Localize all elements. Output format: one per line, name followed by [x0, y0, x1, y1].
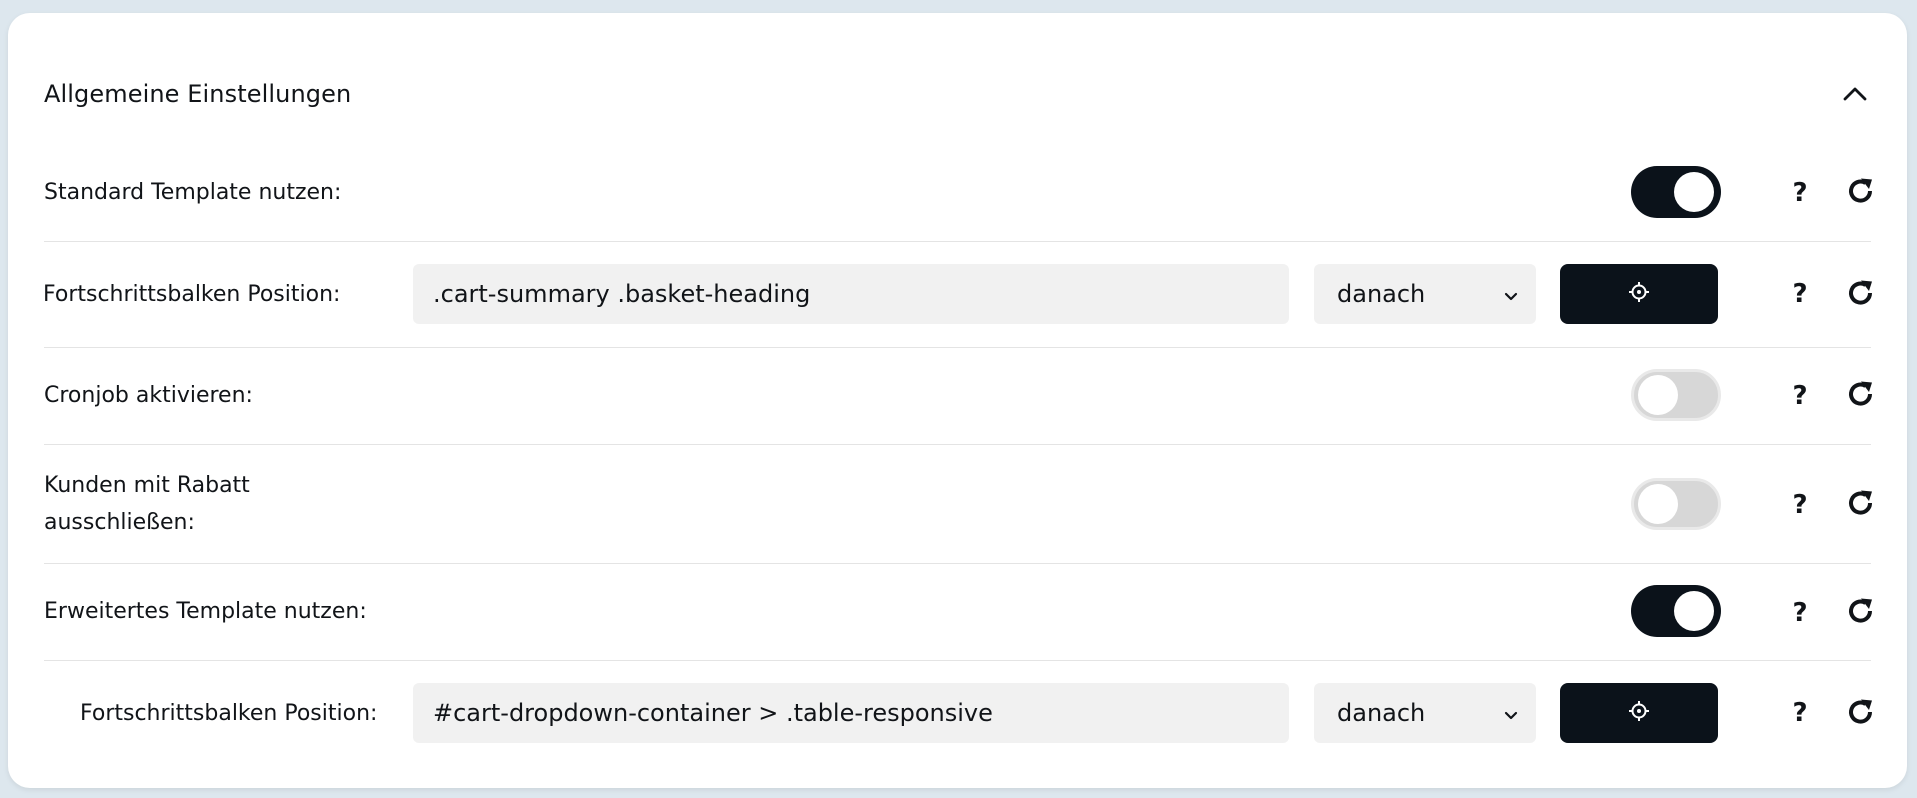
- setting-label: Fortschrittsbalken Position:: [43, 281, 341, 307]
- reset-icon[interactable]: [1844, 486, 1878, 520]
- toggle-knob: [1638, 375, 1678, 415]
- placement-select-value: danach: [1337, 699, 1426, 727]
- toggle-knob: [1638, 484, 1678, 524]
- cronjob-toggle[interactable]: [1631, 369, 1721, 421]
- placement-select[interactable]: danach: [1314, 264, 1536, 324]
- setting-row-cronjob: Cronjob aktivieren:: [44, 347, 1871, 445]
- placement-select[interactable]: danach: [1314, 683, 1536, 743]
- placement-select-value: danach: [1337, 280, 1426, 308]
- setting-label: Cronjob aktivieren:: [44, 383, 253, 408]
- crosshair-icon: [1628, 700, 1650, 726]
- help-icon[interactable]: ?: [1788, 596, 1812, 630]
- help-icon[interactable]: ?: [1788, 696, 1812, 730]
- toggle-knob: [1674, 591, 1714, 631]
- crosshair-icon: [1628, 281, 1650, 307]
- reset-icon[interactable]: [1844, 377, 1878, 411]
- settings-card: Allgemeine Einstellungen Standard Templa…: [8, 13, 1907, 788]
- help-icon[interactable]: ?: [1788, 488, 1812, 522]
- setting-row-standard-template: Standard Template nutzen:: [44, 143, 1871, 242]
- chevron-up-icon[interactable]: [1839, 78, 1871, 110]
- element-picker-button[interactable]: [1560, 264, 1718, 324]
- setting-label-line: Kunden mit Rabatt: [44, 472, 250, 498]
- chevron-down-icon: [1504, 699, 1518, 727]
- chevron-down-icon: [1504, 280, 1518, 308]
- setting-label-line: ausschließen:: [44, 509, 195, 535]
- standard-template-toggle[interactable]: [1631, 166, 1721, 218]
- exclude-discount-toggle[interactable]: [1631, 478, 1721, 530]
- element-picker-button[interactable]: [1560, 683, 1718, 743]
- setting-label: Kunden mit Rabatt ausschließen:: [44, 467, 250, 541]
- toggle-knob: [1674, 172, 1714, 212]
- help-icon[interactable]: ?: [1788, 277, 1812, 311]
- setting-label: Erweitertes Template nutzen:: [44, 599, 367, 624]
- setting-label: Fortschrittsbalken Position:: [80, 700, 378, 726]
- selector-input[interactable]: .cart-summary .basket-heading: [413, 264, 1289, 324]
- help-icon[interactable]: ?: [1788, 379, 1812, 413]
- section-title: Allgemeine Einstellungen: [44, 80, 352, 108]
- reset-icon[interactable]: [1844, 594, 1878, 628]
- extended-template-toggle[interactable]: [1631, 585, 1721, 637]
- setting-row-exclude-discount-customers: Kunden mit Rabatt ausschließen:: [44, 444, 1871, 564]
- setting-label: Standard Template nutzen:: [44, 179, 342, 205]
- section-header[interactable]: Allgemeine Einstellungen: [44, 63, 1871, 125]
- reset-icon[interactable]: [1844, 695, 1878, 729]
- help-icon[interactable]: ?: [1788, 176, 1812, 210]
- reset-icon[interactable]: [1844, 276, 1878, 310]
- reset-icon[interactable]: [1844, 174, 1878, 208]
- setting-row-extended-template: Erweitertes Template nutzen:: [44, 563, 1871, 661]
- selector-input[interactable]: #cart-dropdown-container > .table-respon…: [413, 683, 1289, 743]
